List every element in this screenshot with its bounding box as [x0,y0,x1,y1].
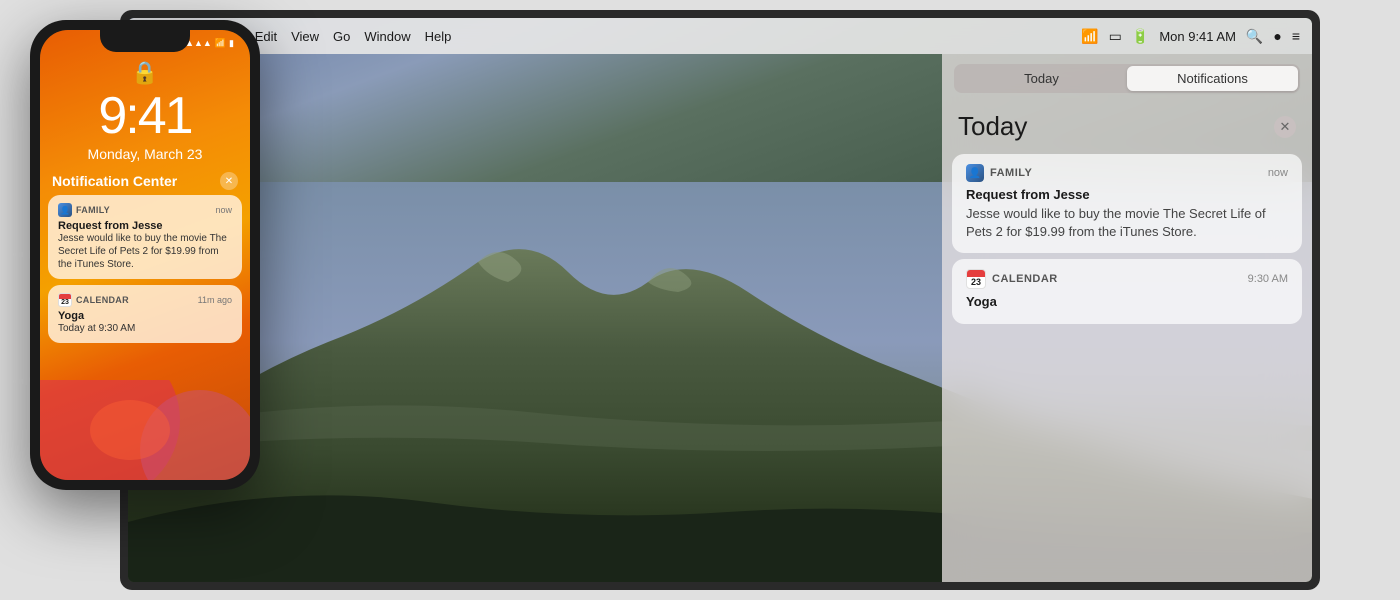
airplay-icon: ▭ [1109,28,1122,45]
search-icon[interactable]: 🔍 [1246,28,1263,45]
wave-3 [90,400,170,460]
menubar-right: 📶 ▭ 🔋 Mon 9:41 AM 🔍 ● ≡ [1081,28,1300,45]
iphone-status-icons: ▲▲▲ 📶 ▮ [185,38,234,49]
iphone-calendar-time: 11m ago [198,295,232,305]
view-menu[interactable]: View [291,29,319,44]
calendar-notification-time: 9:30 AM [1248,273,1288,285]
nc-card-family[interactable]: 👤 FAMILY now Request from Jesse Jesse wo… [952,154,1302,253]
calendar-app-name: CALENDAR [992,273,1058,285]
battery-icon: 🔋 [1132,28,1149,45]
nc-clear-button[interactable]: ✕ [1274,116,1296,138]
nc-section-header: Today ✕ [942,103,1312,148]
iphone-nc-close-button[interactable]: ✕ [220,172,238,190]
nc-card-calendar[interactable]: 23 CALENDAR 9:30 AM Yoga [952,259,1302,324]
iphone-cal-icon-num: 23 [61,299,69,306]
nc-card-family-app: 👤 FAMILY [966,164,1032,182]
iphone-nc-close-icon: ✕ [225,176,233,187]
iphone-nc-title: Notification Center [52,173,177,189]
nc-tabs: Today Notifications [954,64,1300,93]
menubar:  Finder File Edit View Go Window Help 📶… [128,18,1312,54]
iphone-family-icon-glyph: 👤 [60,206,70,215]
nc-section-title: Today [958,111,1027,142]
iphone-family-time: now [215,205,232,215]
mac-screen:  Finder File Edit View Go Window Help 📶… [128,18,1312,582]
family-app-name: FAMILY [990,167,1032,179]
family-app-icon: 👤 [966,164,984,182]
iphone-card-calendar[interactable]: 23 CALENDAR 11m ago Yoga Today at 9:30 A… [48,285,242,343]
menubar-left:  Finder File Edit View Go Window Help [140,27,1081,45]
go-menu[interactable]: Go [333,29,350,44]
nc-card-calendar-app: 23 CALENDAR [966,269,1058,289]
iphone-cal-app: 23 CALENDAR [58,293,129,307]
iphone-calendar-header: 23 CALENDAR 11m ago [58,293,232,307]
iphone-bottom-decoration [40,380,250,480]
iphone-calendar-app-icon: 23 [58,293,72,307]
calendar-notification-title: Yoga [966,294,1288,309]
iphone-lock-icon: 🔒 [40,60,250,86]
tab-today[interactable]: Today [956,66,1127,91]
calendar-app-icon: 23 [966,269,986,289]
calendar-icon-num: 23 [971,277,981,289]
iphone-calendar-title: Yoga [58,310,232,322]
iphone-cal-app-name: CALENDAR [76,295,129,305]
iphone-time: 9:41 [40,90,250,142]
iphone-card-family[interactable]: 👤 FAMILY now Request from Jesse Jesse wo… [48,195,242,279]
iphone-family-title: Request from Jesse [58,220,232,232]
menubar-time: Mon 9:41 AM [1159,29,1236,44]
iphone-notch [100,30,190,52]
iphone-wifi-icon: 📶 [215,38,226,49]
nc-card-calendar-header: 23 CALENDAR 9:30 AM [966,269,1288,289]
iphone-family-body: Jesse would like to buy the movie The Se… [58,232,232,271]
wifi-icon: 📶 [1081,28,1098,45]
iphone-screen: ▲▲▲ 📶 ▮ 🔒 9:41 Monday, March 23 Notifica… [40,30,250,480]
siri-icon[interactable]: ● [1273,28,1281,44]
help-menu[interactable]: Help [425,29,452,44]
iphone-date: Monday, March 23 [40,146,250,162]
iphone-family-app: 👤 FAMILY [58,203,110,217]
notification-center-panel: Today Notifications Today ✕ 👤 FAMILY [942,54,1312,582]
family-icon-glyph: 👤 [969,168,981,179]
edit-menu[interactable]: Edit [255,29,277,44]
family-notification-time: now [1268,167,1288,179]
window-menu[interactable]: Window [364,29,410,44]
family-notification-title: Request from Jesse [966,187,1288,202]
iphone-family-app-name: FAMILY [76,205,110,215]
iphone-nc-header: Notification Center ✕ [48,172,242,195]
family-notification-body: Jesse would like to buy the movie The Se… [966,205,1288,241]
iphone-calendar-body: Today at 9:30 AM [58,322,232,335]
tab-notifications[interactable]: Notifications [1127,66,1298,91]
iphone: ▲▲▲ 📶 ▮ 🔒 9:41 Monday, March 23 Notifica… [30,20,260,490]
iphone-battery-icon: ▮ [229,38,234,49]
iphone-family-card-header: 👤 FAMILY now [58,203,232,217]
macbook:  Finder File Edit View Go Window Help 📶… [120,10,1320,590]
notification-center-icon[interactable]: ≡ [1292,28,1300,44]
nc-card-family-header: 👤 FAMILY now [966,164,1288,182]
iphone-notification-center: Notification Center ✕ 👤 FAMILY now Requ [48,172,242,343]
nc-clear-icon: ✕ [1280,119,1291,135]
iphone-family-app-icon: 👤 [58,203,72,217]
